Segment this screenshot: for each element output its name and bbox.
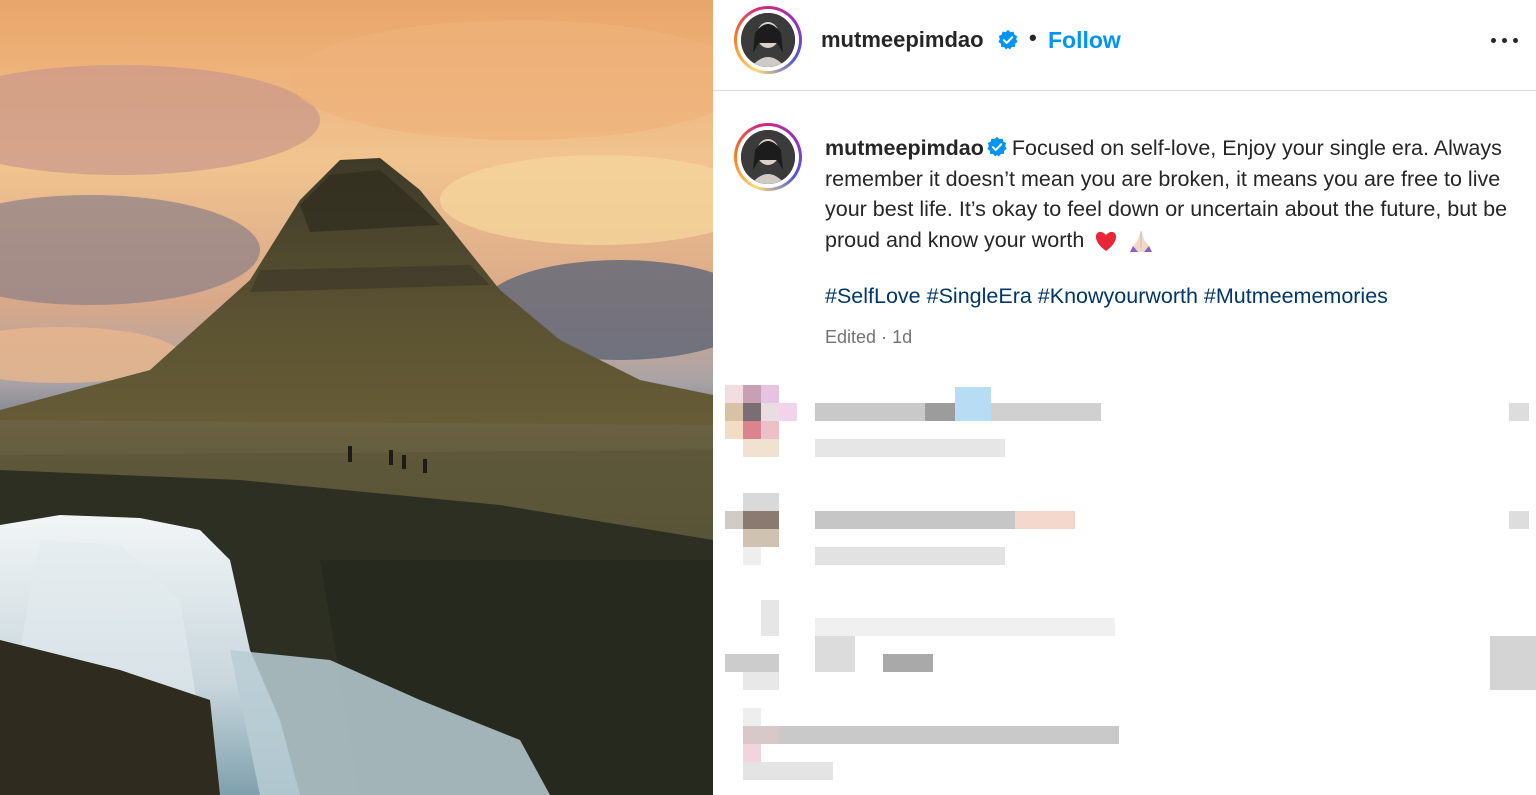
- post-caption: mutmeepimdao Focused on self-love, Enjoy…: [825, 133, 1525, 255]
- post-photo[interactable]: [0, 0, 713, 795]
- avatar-image: [741, 13, 795, 67]
- caption-hashtags: #SelfLove #SingleEra #Knowyourworth #Mut…: [825, 284, 1388, 309]
- follow-button[interactable]: Follow: [1048, 27, 1121, 54]
- hashtag-selflove[interactable]: #SelfLove: [825, 284, 921, 308]
- avatar-image: [741, 130, 795, 184]
- praying-hands-emoji: [1130, 229, 1153, 252]
- header-username[interactable]: mutmeepimdao: [821, 27, 984, 53]
- verified-badge-icon: [987, 137, 1007, 157]
- edited-label: Edited: [825, 327, 877, 347]
- comment-4-censored[interactable]: [725, 708, 1535, 795]
- hashtag-mutmeememories[interactable]: #Mutmeememories: [1204, 284, 1388, 308]
- post-photo-landscape: [0, 0, 713, 795]
- hashtag-singleera[interactable]: #SingleEra: [927, 284, 1032, 308]
- profile-avatar[interactable]: [734, 6, 802, 74]
- post-details-panel: mutmeepimdao • Follow mutmeepimdao Focus…: [713, 0, 1536, 795]
- comment-1-censored[interactable]: [725, 385, 1535, 460]
- verified-badge-icon: [998, 29, 1018, 50]
- heart-emoji: [1096, 231, 1117, 251]
- post-meta: Edited · 1d: [825, 327, 912, 348]
- comment-3-censored[interactable]: [725, 600, 1536, 690]
- post-age[interactable]: 1d: [892, 327, 912, 347]
- caption-username[interactable]: mutmeepimdao: [825, 136, 984, 160]
- caption-avatar[interactable]: [734, 123, 802, 191]
- more-options-icon[interactable]: [1488, 22, 1522, 56]
- header-separator: •: [1029, 25, 1037, 50]
- comment-2-censored[interactable]: [725, 493, 1535, 583]
- meta-separator: ·: [881, 327, 888, 347]
- hashtag-knowyourworth[interactable]: #Knowyourworth: [1038, 284, 1198, 308]
- post-header: mutmeepimdao • Follow: [713, 0, 1536, 91]
